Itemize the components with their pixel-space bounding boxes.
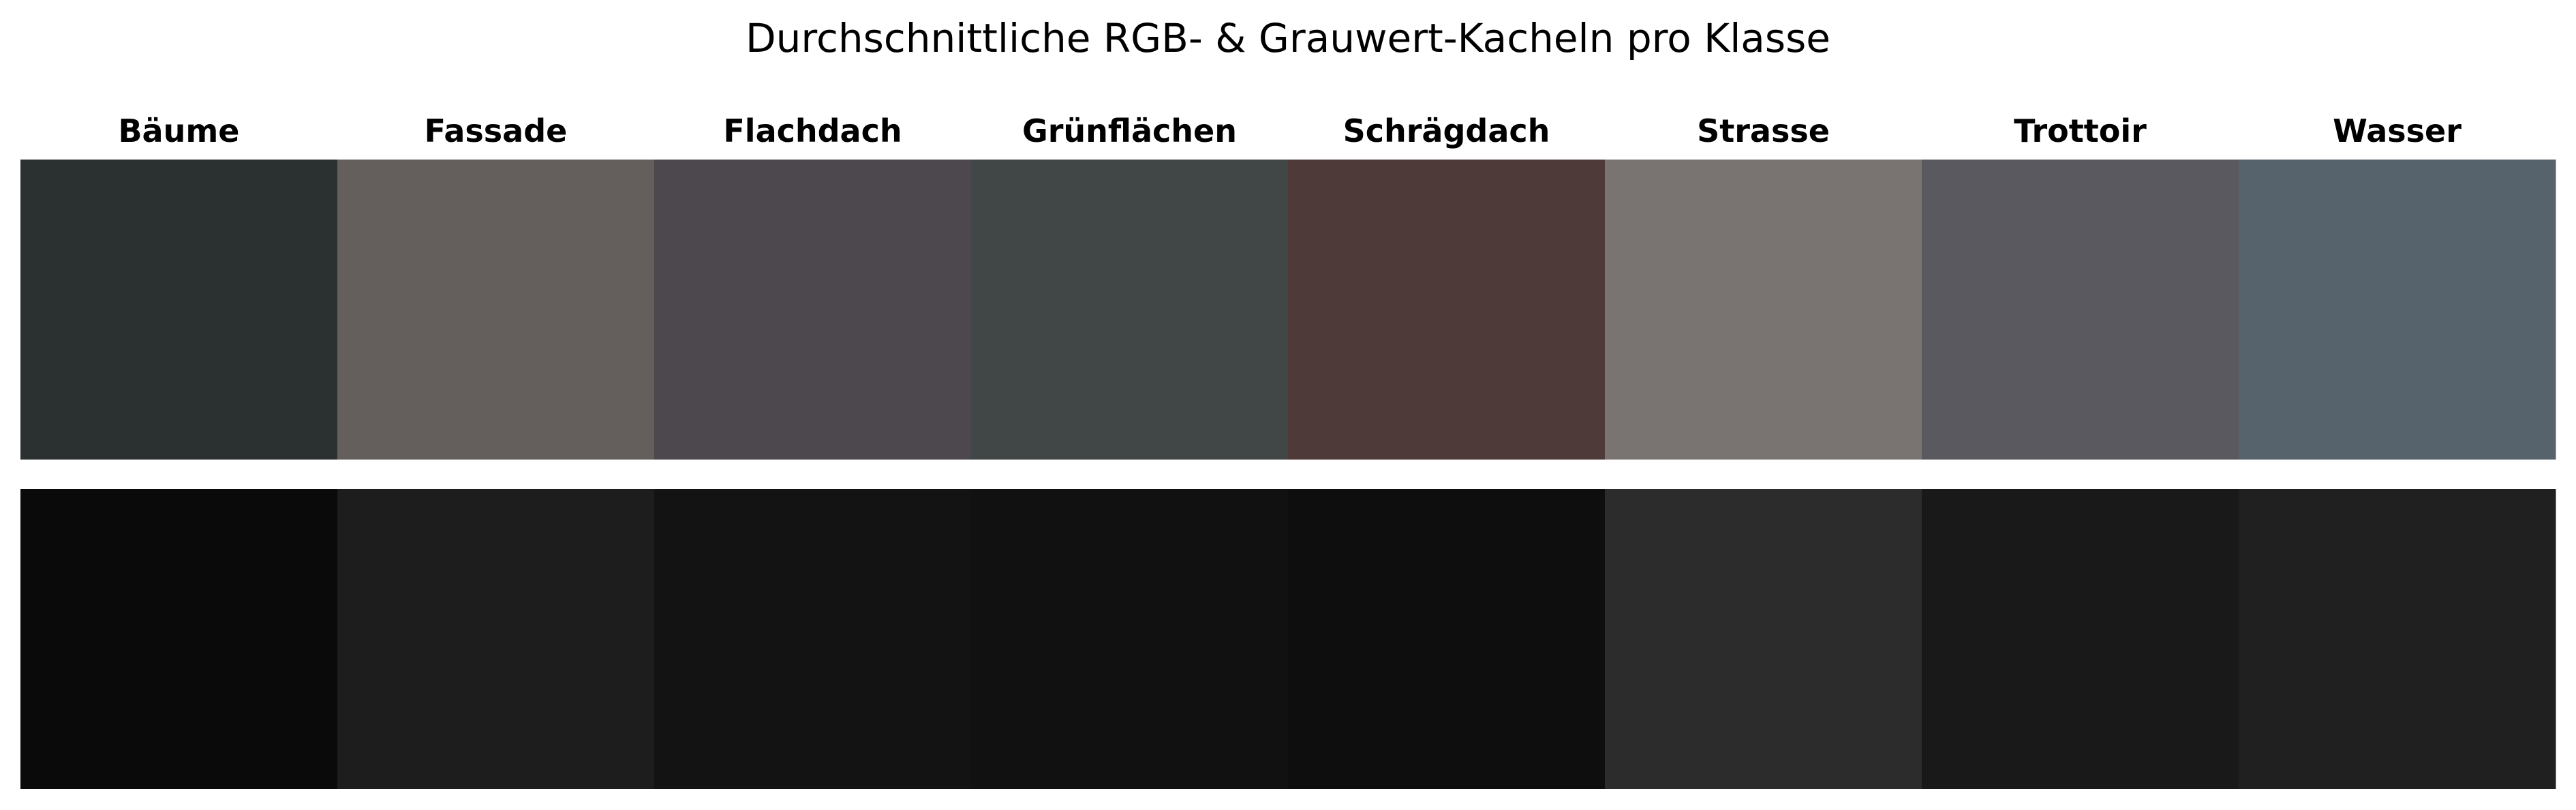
class-label: Trottoir <box>2014 112 2147 149</box>
rgb-tile <box>1288 160 1606 460</box>
rgb-tile <box>20 160 338 460</box>
class-label: Fassade <box>425 112 568 149</box>
gray-tile <box>1922 489 2239 789</box>
class-label: Wasser <box>2333 112 2462 149</box>
class-label: Flachdach <box>723 112 902 149</box>
gray-tile <box>654 489 972 789</box>
class-label: Strasse <box>1697 112 1830 149</box>
rgb-tile <box>654 160 972 460</box>
gray-tile <box>1288 489 1606 789</box>
gray-tile <box>20 489 338 789</box>
class-label: Bäume <box>119 112 240 149</box>
rgb-tile <box>1605 160 1922 460</box>
rgb-tile <box>1922 160 2239 460</box>
class-label: Schrägdach <box>1343 112 1550 149</box>
rgb-tile <box>337 160 655 460</box>
gray-tile <box>971 489 1289 789</box>
rgb-tile <box>2239 160 2556 460</box>
class-labels: Bäume Fassade Flachdach Grünflächen Schrägda… <box>119 112 2462 149</box>
gray-tile <box>1605 489 1922 789</box>
gray-tile <box>2239 489 2556 789</box>
tile-grid <box>20 160 2556 789</box>
gray-tile <box>337 489 655 789</box>
tile-chart: Bäume Fassade Flachdach Grünflächen Schrägda… <box>20 112 2556 789</box>
class-label: Grünflächen <box>1022 112 1237 149</box>
rgb-tile <box>971 160 1289 460</box>
